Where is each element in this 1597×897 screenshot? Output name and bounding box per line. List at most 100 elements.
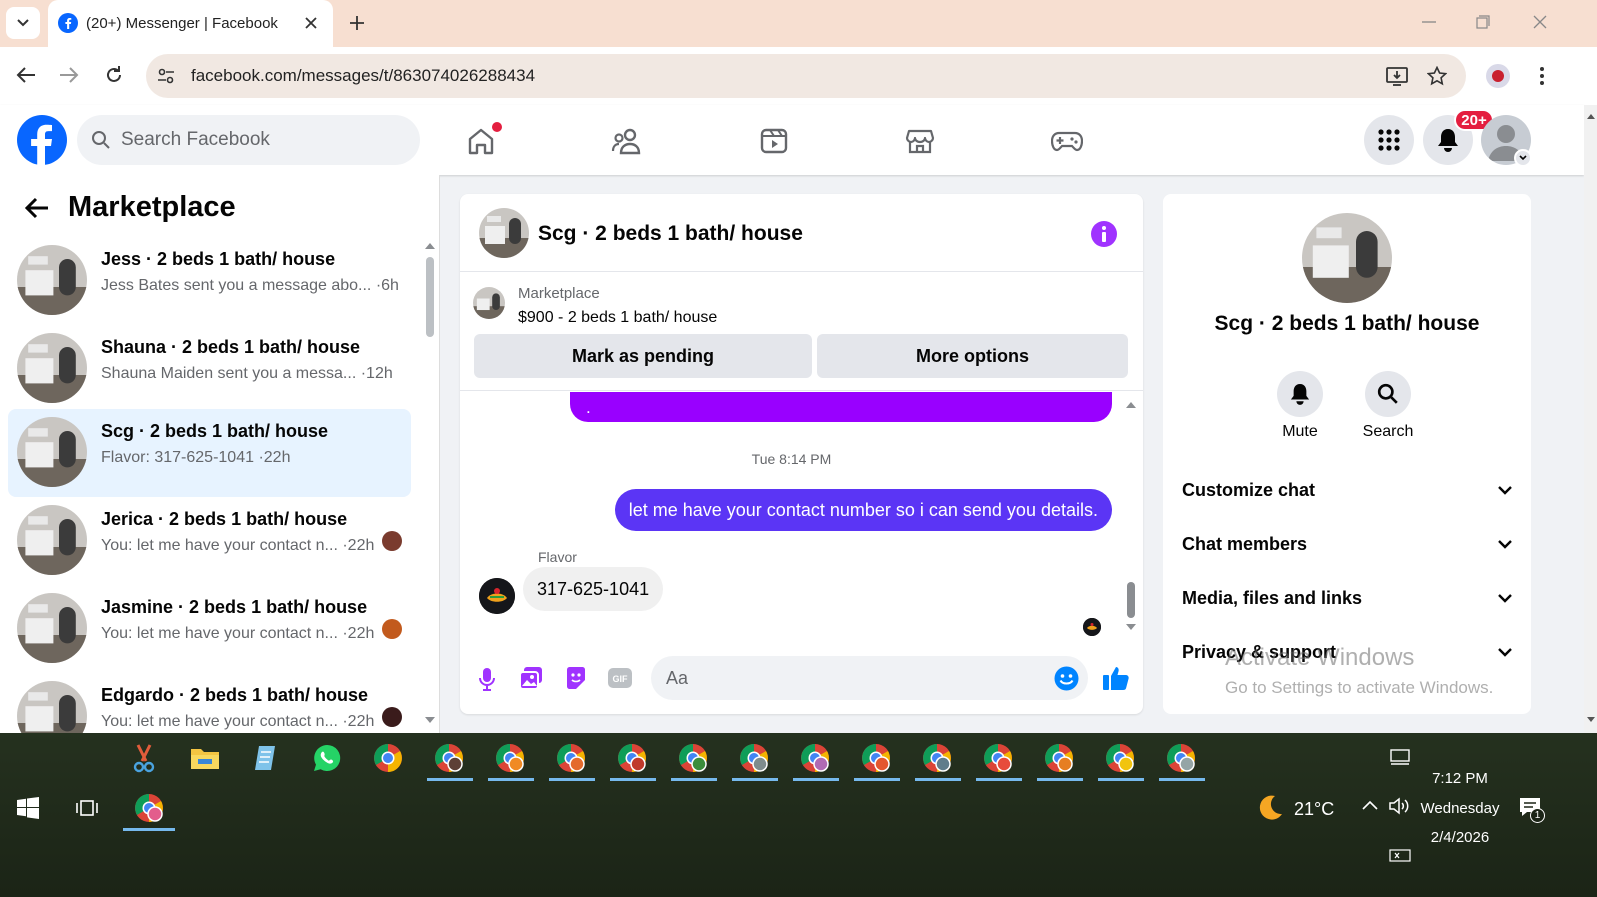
search-in-conversation-button[interactable] <box>1365 371 1411 417</box>
nav-video[interactable] <box>754 121 794 161</box>
thread-scrollbar-thumb[interactable] <box>1127 582 1135 618</box>
action-center-button[interactable]: 1 <box>1518 796 1545 823</box>
customize-chat-row[interactable]: Customize chat <box>1182 470 1512 510</box>
home-icon <box>468 128 494 155</box>
conversation-item[interactable]: Jess · 2 beds 1 bath/ house Jess Bates se… <box>8 237 411 325</box>
taskbar-chrome-profile-6[interactable] <box>732 736 776 780</box>
weather-temperature[interactable]: 21°C <box>1294 799 1334 820</box>
listing-description[interactable]: $900 - 2 beds 1 bath/ house <box>518 309 717 327</box>
close-window-icon[interactable] <box>1533 15 1547 29</box>
restore-icon[interactable] <box>1476 15 1490 29</box>
taskbar-chrome-profile-3[interactable] <box>549 736 593 780</box>
list-scrollbar-track[interactable] <box>424 237 436 735</box>
account-dropdown-badge[interactable] <box>1514 149 1532 167</box>
minimize-icon[interactable] <box>1422 20 1436 24</box>
chat-title[interactable]: Scg · 2 beds 1 bath/ house <box>538 222 803 246</box>
message-input[interactable]: Aa <box>651 656 1088 700</box>
profile-avatar-icon[interactable] <box>1486 64 1510 88</box>
emoji-icon[interactable] <box>1054 666 1079 691</box>
taskbar-chrome-profile-5[interactable] <box>671 736 715 780</box>
seen-by-avatar <box>382 707 402 727</box>
address-bar[interactable]: facebook.com/messages/t/863074026288434 <box>146 54 1466 98</box>
taskbar-chrome-profile-10[interactable] <box>976 736 1020 780</box>
taskbar-chrome-profile-active[interactable] <box>127 786 171 830</box>
install-app-icon[interactable] <box>1386 66 1408 86</box>
taskbar-snipping-tool[interactable] <box>122 736 166 780</box>
forward-arrow-icon[interactable] <box>59 66 79 84</box>
menu-button[interactable] <box>1364 115 1414 165</box>
clock-date[interactable]: 2/4/2026 <box>1420 829 1500 846</box>
taskbar-notepad[interactable] <box>244 736 288 780</box>
taskbar-chrome-profile-12[interactable] <box>1098 736 1142 780</box>
microphone-icon[interactable] <box>479 667 495 691</box>
browser-menu-icon[interactable] <box>1539 66 1545 86</box>
tab-close-icon[interactable] <box>304 16 318 30</box>
sent-message-bubble[interactable]: let me have your contact number so i can… <box>614 489 1112 531</box>
nav-marketplace[interactable] <box>900 121 940 161</box>
mark-as-pending-button[interactable]: Mark as pending <box>474 334 812 378</box>
new-tab-icon[interactable] <box>348 14 366 32</box>
bookmark-star-icon[interactable] <box>1427 66 1447 86</box>
sticker-icon[interactable] <box>564 666 588 690</box>
taskbar-chrome-profile-9[interactable] <box>915 736 959 780</box>
taskbar-chrome-profile-2[interactable] <box>488 736 532 780</box>
taskbar-chrome-profile-11[interactable] <box>1037 736 1081 780</box>
photo-icon[interactable] <box>519 666 543 690</box>
gif-icon[interactable]: GIF <box>607 666 633 690</box>
facebook-logo-icon[interactable] <box>17 115 67 165</box>
media-files-links-row[interactable]: Media, files and links <box>1182 578 1512 618</box>
browser-tab[interactable]: (20+) Messenger | Facebook <box>48 0 333 47</box>
chat-avatar[interactable] <box>479 208 529 258</box>
desktop-display-icon[interactable] <box>1390 749 1410 765</box>
conversation-preview: You: let me have your contact n... ·22h <box>101 713 374 731</box>
taskbar-chrome[interactable] <box>366 736 410 780</box>
taskbar-chrome-profile-7[interactable] <box>793 736 837 780</box>
scroll-down-arrow-icon[interactable] <box>1126 624 1136 632</box>
show-hidden-icons-chevron-icon[interactable] <box>1362 800 1378 810</box>
details-avatar[interactable] <box>1302 213 1392 303</box>
nav-friends[interactable] <box>607 121 647 161</box>
list-scrollbar-thumb[interactable] <box>426 257 434 337</box>
chat-members-row[interactable]: Chat members <box>1182 524 1512 564</box>
search-box[interactable]: Search Facebook <box>77 115 420 165</box>
conversation-item[interactable]: Jasmine · 2 beds 1 bath/ house You: let m… <box>8 585 411 673</box>
scroll-up-arrow-icon[interactable] <box>1126 400 1136 408</box>
thread-scrollbar[interactable] <box>1124 392 1138 644</box>
taskbar-whatsapp[interactable] <box>305 736 349 780</box>
task-view-icon[interactable] <box>76 797 98 819</box>
back-arrow-icon[interactable] <box>24 197 50 219</box>
sender-avatar[interactable] <box>479 578 515 614</box>
conversation-info-button[interactable] <box>1091 221 1117 247</box>
conversation-item[interactable]: Scg · 2 beds 1 bath/ house Flavor: 317-62… <box>8 409 411 497</box>
nav-gaming[interactable] <box>1047 121 1087 161</box>
keyboard-language-icon[interactable] <box>1389 847 1411 863</box>
clock-time[interactable]: 7:12 PM <box>1420 770 1500 787</box>
clock-day[interactable]: Wednesday <box>1412 800 1508 817</box>
more-options-button[interactable]: More options <box>817 334 1128 378</box>
tab-search-button[interactable] <box>6 7 40 39</box>
thumbs-up-icon[interactable] <box>1102 665 1130 691</box>
house-thumbnail-icon <box>479 208 529 258</box>
taskbar-chrome-profile-13[interactable] <box>1159 736 1203 780</box>
windows-start-icon[interactable] <box>17 797 39 819</box>
listing-thumbnail[interactable] <box>473 287 505 319</box>
scroll-down-arrow-icon[interactable] <box>425 717 435 725</box>
back-arrow-icon[interactable] <box>16 66 36 84</box>
conversation-item[interactable]: Shauna · 2 beds 1 bath/ house Shauna Maid… <box>8 325 411 413</box>
site-info-icon[interactable] <box>156 66 176 86</box>
scroll-up-arrow-icon[interactable] <box>1587 113 1595 119</box>
speaker-icon[interactable] <box>1389 797 1411 815</box>
conversation-item[interactable]: Jerica · 2 beds 1 bath/ house You: let me… <box>8 497 411 585</box>
page-scrollbar[interactable] <box>1584 105 1597 733</box>
partial-sent-bubble[interactable]: . <box>570 392 1112 422</box>
scroll-down-arrow-icon[interactable] <box>1587 717 1595 723</box>
scroll-up-arrow-icon[interactable] <box>425 241 435 249</box>
taskbar-chrome-profile-4[interactable] <box>610 736 654 780</box>
taskbar-chrome-profile-8[interactable] <box>854 736 898 780</box>
mute-button[interactable] <box>1277 371 1323 417</box>
taskbar-chrome-profile-1[interactable] <box>427 736 471 780</box>
taskbar-file-explorer[interactable] <box>183 736 227 780</box>
nav-home[interactable] <box>461 121 502 161</box>
received-message-bubble[interactable]: 317-625-1041 <box>523 567 664 611</box>
reload-icon[interactable] <box>104 65 124 85</box>
